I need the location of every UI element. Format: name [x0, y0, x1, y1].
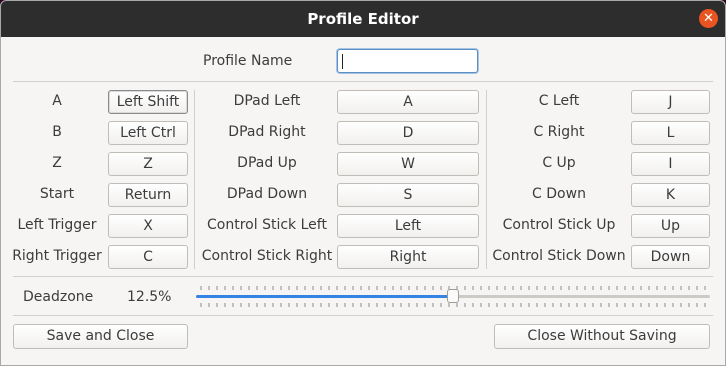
- mapping-label-b: B: [52, 124, 62, 140]
- mapping-label-start: Start: [39, 186, 75, 202]
- profile-name-input[interactable]: [337, 49, 478, 73]
- deadzone-label: Deadzone: [23, 289, 94, 305]
- slider-fill: [196, 295, 453, 298]
- mapping-label-dpad-left: DPad Left: [233, 93, 301, 109]
- mapping-label-left-trigger: Left Trigger: [17, 217, 97, 233]
- key-button-z[interactable]: Z: [108, 152, 188, 176]
- mapping-label-a: A: [52, 93, 62, 109]
- column-separator-2: [486, 90, 487, 269]
- mapping-label-c-right: C Right: [533, 124, 585, 140]
- title-bar[interactable]: Profile Editor ✕: [1, 1, 725, 37]
- key-button-dpad-down[interactable]: S: [337, 183, 479, 207]
- key-button-c-down[interactable]: K: [631, 183, 710, 207]
- key-button-a[interactable]: Left Shift: [108, 90, 188, 114]
- key-button-right-trigger[interactable]: C: [108, 245, 188, 269]
- save-and-close-button[interactable]: Save and Close: [13, 324, 188, 349]
- mapping-label-c-up: C Up: [542, 155, 576, 171]
- profile-name-label: Profile Name: [203, 53, 293, 69]
- key-button-left-trigger[interactable]: X: [108, 214, 188, 238]
- key-button-c-left[interactable]: J: [631, 90, 710, 114]
- close-without-saving-button[interactable]: Close Without Saving: [494, 324, 710, 349]
- close-icon[interactable]: ✕: [699, 9, 718, 28]
- mapping-label-z: Z: [52, 155, 62, 171]
- mapping-label-control-stick-down: Control Stick Down: [492, 248, 626, 264]
- mapping-label-c-left: C Left: [538, 93, 580, 109]
- mapping-label-control-stick-right: Control Stick Right: [201, 248, 333, 264]
- mapping-label-control-stick-up: Control Stick Up: [502, 217, 616, 233]
- key-button-control-stick-down[interactable]: Down: [631, 245, 710, 269]
- mapping-label-c-down: C Down: [532, 186, 586, 202]
- mapping-label-right-trigger: Right Trigger: [12, 248, 102, 264]
- bottom-separator: [13, 315, 713, 316]
- deadzone-value: 12.5%: [127, 289, 172, 305]
- mapping-label-dpad-right: DPad Right: [228, 124, 306, 140]
- key-button-c-right[interactable]: L: [631, 121, 710, 145]
- mapping-label-dpad-down: DPad Down: [226, 186, 308, 202]
- key-button-dpad-left[interactable]: A: [337, 90, 479, 114]
- key-button-control-stick-up[interactable]: Up: [631, 214, 710, 238]
- profile-editor-window: Profile Editor ✕ Profile Name A Left Shi…: [0, 0, 726, 366]
- mapping-label-control-stick-left: Control Stick Left: [207, 217, 327, 233]
- key-button-start[interactable]: Return: [108, 183, 188, 207]
- top-separator: [13, 81, 713, 82]
- column-separator-1: [194, 90, 195, 269]
- key-button-b[interactable]: Left Ctrl: [108, 121, 188, 145]
- slider-handle[interactable]: [447, 289, 459, 303]
- key-button-control-stick-right[interactable]: Right: [337, 245, 479, 269]
- text-caret: [342, 54, 343, 69]
- middle-separator: [13, 276, 713, 277]
- key-button-dpad-up[interactable]: W: [337, 152, 479, 176]
- key-button-control-stick-left[interactable]: Left: [337, 214, 479, 238]
- key-button-dpad-right[interactable]: D: [337, 121, 479, 145]
- key-button-c-up[interactable]: I: [631, 152, 710, 176]
- window-title: Profile Editor: [307, 10, 419, 28]
- mapping-label-dpad-up: DPad Up: [237, 155, 297, 171]
